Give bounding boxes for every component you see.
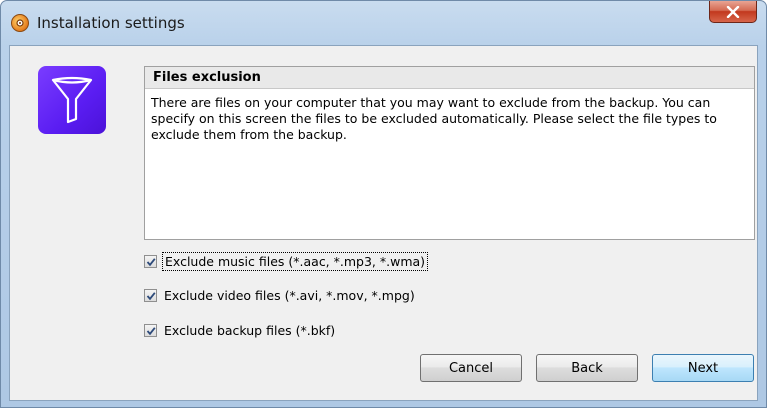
back-button[interactable]: Back — [536, 354, 638, 382]
exclude-backup-checkbox[interactable] — [144, 324, 157, 337]
close-icon — [726, 5, 740, 18]
exclude-music-option[interactable]: Exclude music files (*.aac, *.mp3, *.wma… — [144, 252, 429, 271]
window-title: Installation settings — [37, 14, 185, 32]
next-button[interactable]: Next — [652, 354, 754, 382]
exclude-music-label[interactable]: Exclude music files (*.aac, *.mp3, *.wma… — [162, 252, 429, 271]
info-panel: Files exclusion There are files on your … — [144, 66, 755, 240]
close-button[interactable] — [709, 1, 757, 23]
checkmark-icon — [146, 257, 156, 266]
exclude-video-checkbox[interactable] — [144, 289, 157, 302]
panel-heading: Files exclusion — [145, 67, 754, 89]
exclude-backup-option[interactable]: Exclude backup files (*.bkf) — [144, 322, 337, 339]
installation-settings-window: Installation settings Files exclusion Th… — [0, 0, 767, 408]
panel-description: There are files on your computer that yo… — [151, 95, 717, 142]
title-bar[interactable]: Installation settings — [1, 1, 766, 45]
checkmark-icon — [146, 326, 156, 335]
cancel-button[interactable]: Cancel — [420, 354, 522, 382]
checkmark-icon — [146, 291, 156, 300]
exclude-music-checkbox[interactable] — [144, 255, 157, 268]
exclude-video-option[interactable]: Exclude video files (*.avi, *.mov, *.mpg… — [144, 287, 417, 304]
app-installer-icon[interactable] — [11, 14, 29, 32]
exclude-backup-label[interactable]: Exclude backup files (*.bkf) — [162, 322, 337, 339]
dialog-content: Files exclusion There are files on your … — [9, 45, 758, 401]
exclude-video-label[interactable]: Exclude video files (*.avi, *.mov, *.mpg… — [162, 287, 417, 304]
funnel-icon — [38, 66, 106, 134]
